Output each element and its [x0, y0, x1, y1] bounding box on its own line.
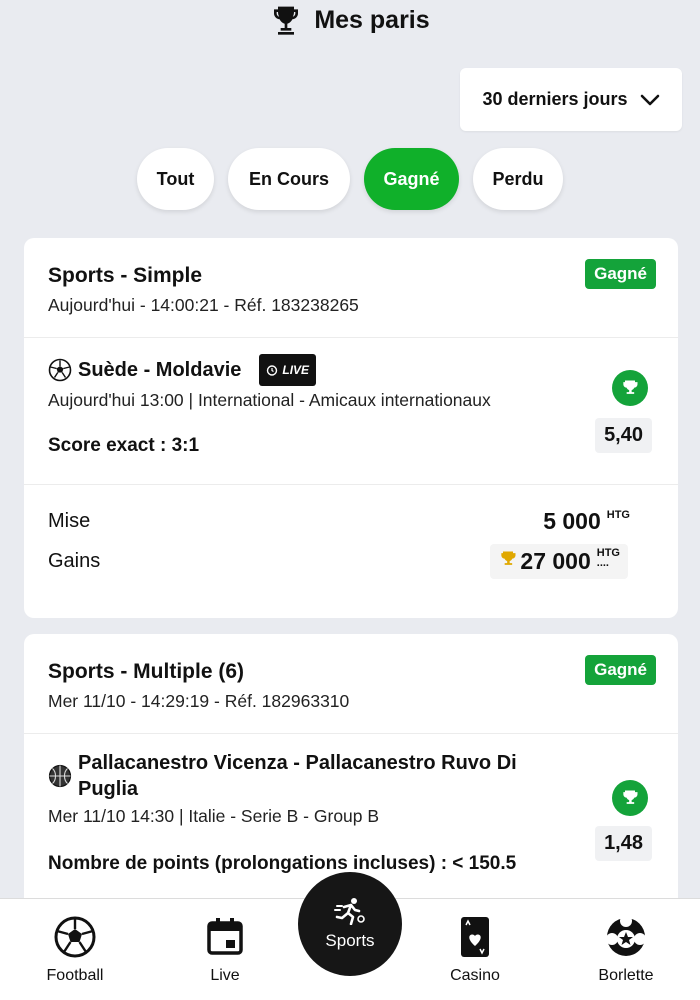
- status-badge: Gagné: [585, 655, 656, 685]
- currency: HTG: [606, 508, 630, 521]
- match-meta: Mer 11/10 14:30 | Italie - Serie B - Gro…: [48, 806, 380, 826]
- bet-selection: Suède - Moldavie LIVE Aujourd'hui 13:00 …: [24, 338, 678, 457]
- match-meta: Aujourd'hui 13:00 | International - Amic…: [48, 390, 491, 410]
- gains-row: Gains 27 000 HTG ....: [48, 541, 654, 581]
- nav-label: Casino: [450, 967, 500, 984]
- gains-value: 27 000 HTG ....: [490, 543, 628, 579]
- nav-label: Live: [210, 967, 240, 984]
- stake-value: 5 000 HTG: [543, 508, 630, 535]
- nav-casino[interactable]: Casino: [425, 915, 525, 985]
- match-name: Suède - Moldavie: [78, 359, 242, 381]
- gains-label: Gains: [48, 549, 101, 572]
- nav-live[interactable]: Live: [175, 915, 275, 985]
- nav-label: Borlette: [598, 967, 654, 984]
- live-label: LIVE: [282, 363, 310, 377]
- gold-trophy-icon: [501, 551, 516, 565]
- tab-label: En Cours: [248, 168, 329, 189]
- calendar-icon: [207, 918, 243, 955]
- stake-label: Mise: [48, 509, 91, 532]
- match-name-cont: Puglia: [78, 778, 139, 800]
- won-trophy-icon: [612, 370, 648, 406]
- page-title: Mes paris: [314, 5, 430, 34]
- page-header: Mes paris: [0, 0, 700, 40]
- bet-meta: Mer 11/10 - 14:29:19 - Réf. 182963310: [48, 691, 350, 711]
- basketball-icon: [48, 764, 72, 788]
- tab-label: Gagné: [383, 168, 440, 189]
- tab-gagne[interactable]: Gagné: [364, 148, 459, 210]
- bet-totals: Mise 5 000 HTG Gains 27 000 HTG ....: [24, 484, 678, 581]
- trophy-icon: [274, 6, 299, 35]
- nav-label: Football: [46, 967, 104, 984]
- bet-type: Sports - Multiple (6): [48, 660, 244, 683]
- lottery-ball-icon: [606, 915, 646, 956]
- live-badge: LIVE: [259, 354, 317, 386]
- soccer-ball-icon: [48, 358, 72, 382]
- bet-type: Sports - Simple: [48, 264, 203, 287]
- chevron-down-icon: [640, 94, 659, 105]
- tab-tout[interactable]: Tout: [137, 148, 214, 210]
- period-label: 30 derniers jours: [482, 89, 628, 109]
- filter-tabs: Tout En Cours Gagné Perdu: [0, 148, 700, 210]
- tab-label: Tout: [156, 168, 195, 189]
- period-dropdown[interactable]: 30 derniers jours: [460, 68, 682, 131]
- tab-perdu[interactable]: Perdu: [473, 148, 563, 210]
- won-trophy-icon: [612, 780, 648, 816]
- running-player-icon: [334, 898, 365, 925]
- match-name: Pallacanestro Vicenza - Pallacanestro Ru…: [78, 752, 517, 774]
- gains-amount: 27 000: [520, 547, 591, 574]
- playing-card-icon: [461, 917, 489, 957]
- nav-label: Sports: [325, 931, 375, 950]
- tab-label: Perdu: [492, 168, 544, 189]
- nav-football[interactable]: Football: [25, 915, 125, 985]
- nav-sports-button[interactable]: Sports: [298, 872, 402, 976]
- odds-value: 1,48: [595, 826, 652, 861]
- nav-borlette[interactable]: Borlette: [576, 915, 676, 985]
- bet-selection: Pallacanestro Vicenza - Pallacanestro Ru…: [24, 734, 678, 875]
- soccer-ball-icon: [54, 916, 96, 958]
- stopwatch-icon: [267, 365, 278, 376]
- bet-card-header: Sports - Simple Aujourd'hui - 14:00:21 -…: [24, 238, 678, 338]
- status-badge: Gagné: [585, 259, 656, 289]
- odds-value: 5,40: [595, 418, 652, 453]
- stake-row: Mise 5 000 HTG: [48, 501, 654, 541]
- tab-en-cours[interactable]: En Cours: [228, 148, 350, 210]
- bet-meta: Aujourd'hui - 14:00:21 - Réf. 183238265: [48, 295, 359, 315]
- bet-market: Score exact : 3:1: [48, 435, 200, 456]
- bet-card[interactable]: Sports - Simple Aujourd'hui - 14:00:21 -…: [24, 238, 678, 618]
- currency: HTG: [596, 546, 620, 559]
- bet-card-header: Sports - Multiple (6) Mer 11/10 - 14:29:…: [24, 634, 678, 734]
- currency-dots: ....: [596, 556, 609, 569]
- stake-amount: 5 000: [543, 507, 601, 534]
